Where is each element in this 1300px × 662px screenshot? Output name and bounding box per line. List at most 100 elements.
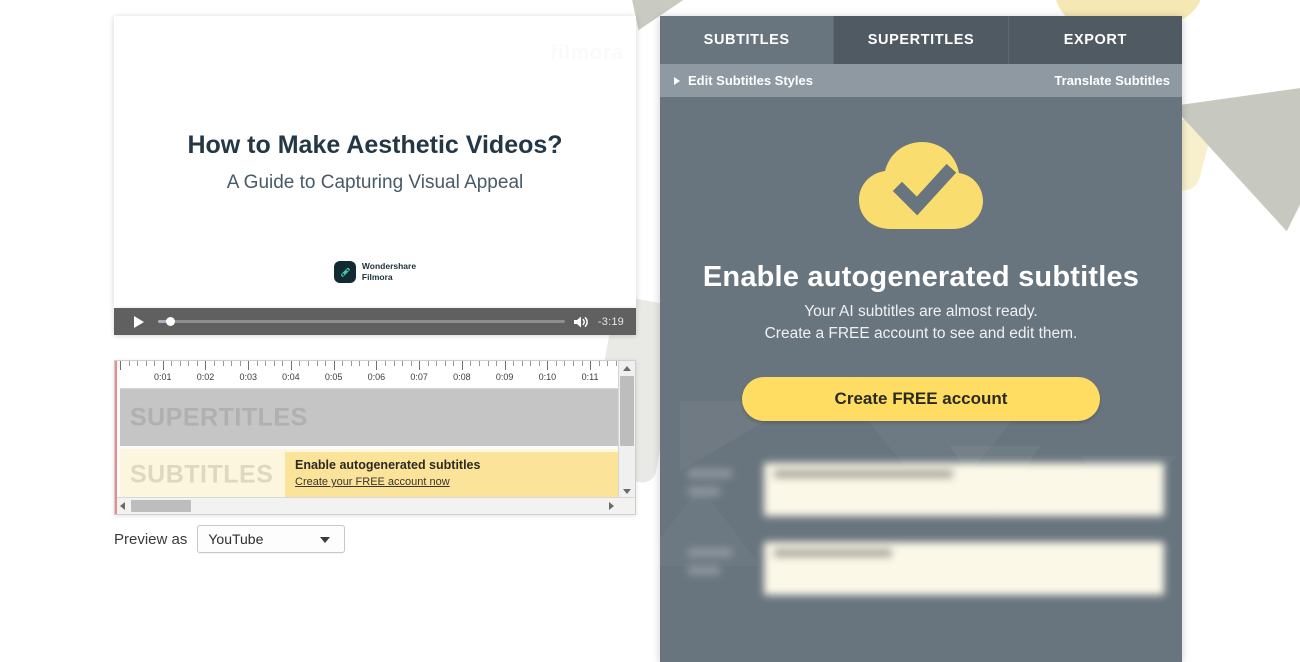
ruler-tick	[538, 361, 540, 366]
ruler-tick	[530, 361, 532, 366]
vertical-scroll-thumb[interactable]	[620, 376, 634, 446]
ruler-tick	[171, 361, 173, 366]
ruler-tick	[222, 361, 224, 366]
time-remaining: -3:19	[597, 315, 624, 328]
slide-subtitle: A Guide to Capturing Visual Appeal	[226, 172, 524, 193]
ruler-label: 0:03	[239, 372, 257, 382]
subtitle-text-field[interactable]	[764, 463, 1164, 516]
cloud-check-icon	[859, 142, 983, 229]
ruler-tick	[402, 361, 404, 366]
ruler-tick	[239, 361, 241, 366]
brand-text: Wondershare Filmora	[362, 261, 416, 282]
filmora-watermark: filmora	[550, 42, 624, 64]
ruler-tick	[299, 361, 301, 366]
edit-subtitles-styles-button[interactable]: Edit Subtitles Styles	[674, 73, 813, 88]
panel-toolbar: Edit Subtitles Styles Translate Subtitle…	[660, 64, 1182, 97]
subtitle-text-field[interactable]	[764, 542, 1164, 595]
ruler-tick	[393, 361, 395, 366]
tab-export[interactable]: EXPORT	[1008, 16, 1182, 64]
preview-as-row: Preview as YouTube	[114, 525, 346, 553]
ruler-tick	[367, 361, 369, 366]
scroll-up-button[interactable]	[619, 361, 635, 375]
ruler-tick	[273, 361, 275, 366]
ruler-tick	[162, 361, 164, 370]
ruler-tick	[316, 361, 318, 366]
scroll-down-button[interactable]	[619, 484, 635, 498]
ruler-tick	[427, 361, 429, 366]
ruler-tick	[196, 361, 198, 366]
ruler-tick	[384, 361, 386, 366]
ruler-tick	[128, 361, 130, 366]
tab-supertitles[interactable]: SUPERTITLES	[834, 16, 1009, 64]
translate-subtitles-button[interactable]: Translate Subtitles	[1054, 73, 1170, 88]
ruler-tick	[513, 361, 515, 366]
ruler-tick	[547, 361, 549, 370]
ruler-tick	[359, 361, 361, 366]
panel-tabs: SUBTITLES SUPERTITLES EXPORT	[660, 16, 1182, 64]
ruler-label: 0:07	[410, 372, 428, 382]
preview-as-label: Preview as	[114, 530, 188, 548]
track-label-supertitles: SUPERTITLES	[130, 403, 308, 431]
ruler-tick	[342, 361, 344, 366]
panel-content: Enable autogenerated subtitles Your AI s…	[660, 137, 1182, 595]
triangle-right-icon	[674, 76, 680, 85]
ruler-tick	[461, 361, 463, 370]
timeline-ruler[interactable]: 0:01 0:02 0:03 0:04 0:05 0:06 0:07 0:08 0:09 0:10…	[120, 361, 618, 389]
ruler-tick	[282, 361, 284, 366]
scroll-left-button[interactable]	[115, 498, 130, 514]
timeline-track-supertitles[interactable]: SUPERTITLES	[120, 389, 618, 446]
slide-title: How to Make Aesthetic Videos?	[187, 131, 563, 159]
timeline-track-subtitles[interactable]: SUBTITLES Enable autogenerated subtitles…	[120, 449, 618, 500]
play-button[interactable]	[126, 315, 152, 328]
ruler-tick	[214, 361, 216, 366]
tab-subtitles[interactable]: SUBTITLES	[660, 16, 835, 64]
ruler-tick	[145, 361, 147, 366]
ruler-label: 0:10	[538, 372, 557, 382]
ruler-tick	[590, 361, 592, 370]
ruler-tick	[350, 361, 352, 366]
progress-handle[interactable]	[166, 317, 176, 326]
hero-title: Enable autogenerated subtitles	[702, 261, 1140, 293]
ruler-tick	[615, 361, 617, 366]
brand-line-2: Filmora	[361, 272, 393, 282]
ruler-tick	[555, 361, 557, 366]
play-icon	[134, 315, 144, 328]
progress-scrubber[interactable]	[158, 317, 565, 326]
subtitle-timecodes	[688, 463, 750, 505]
timeline-horizontal-scrollbar[interactable]	[115, 497, 635, 514]
hero-line-1: Your AI subtitles are almost ready.	[804, 303, 1038, 320]
track-label-subtitles: SUBTITLES	[130, 460, 274, 488]
create-free-account-link[interactable]: Create your FREE account now	[295, 476, 450, 488]
ruler-tick	[436, 361, 438, 366]
ruler-tick	[120, 361, 121, 370]
preview-as-value: YouTube	[208, 531, 264, 547]
chevron-down-icon	[623, 488, 631, 494]
ruler-tick	[308, 361, 310, 366]
subtitle-clip[interactable]: Enable autogenerated subtitles Create yo…	[285, 452, 618, 497]
ruler-tick	[564, 361, 566, 366]
scroll-right-button[interactable]	[604, 498, 619, 514]
ruler-tick	[333, 361, 335, 370]
volume-button[interactable]	[573, 315, 590, 329]
ruler-tick	[496, 361, 498, 366]
chevron-down-icon	[320, 537, 331, 543]
ruler-tick	[607, 361, 609, 366]
wondershare-filmora-logo: Wondershare Filmora	[114, 261, 636, 283]
ruler-tick	[248, 361, 250, 370]
ruler-label: 0:09	[495, 372, 514, 382]
timeline-vertical-scrollbar[interactable]	[618, 361, 635, 498]
preview-as-select[interactable]: YouTube	[197, 525, 346, 553]
playhead[interactable]	[115, 361, 117, 514]
horizontal-scroll-thumb[interactable]	[131, 500, 191, 512]
ruler-tick	[521, 361, 523, 366]
ruler-tick	[453, 361, 455, 366]
subtitle-entry-row	[660, 542, 1182, 595]
ruler-tick	[487, 361, 489, 366]
ruler-tick	[581, 361, 583, 366]
edit-subtitles-styles-label: Edit Subtitles Styles	[688, 73, 813, 88]
ruler-tick	[410, 361, 412, 366]
ruler-tick	[231, 361, 233, 366]
ruler-tick	[154, 361, 156, 366]
ruler-tick	[504, 361, 506, 370]
create-free-account-button[interactable]: Create FREE account	[742, 377, 1100, 421]
